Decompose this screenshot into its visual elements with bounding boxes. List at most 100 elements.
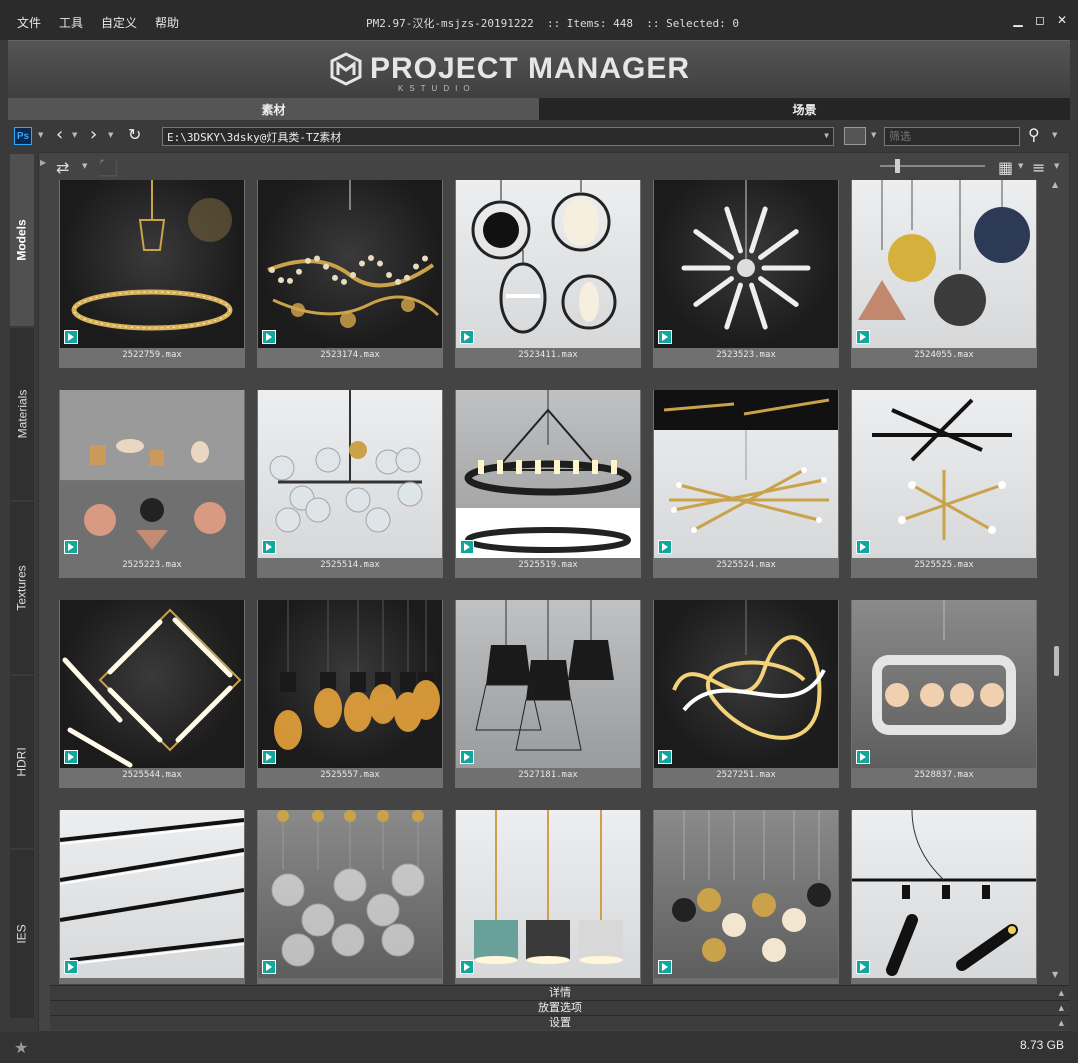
side-tab-hdri[interactable]: HDRI [10,676,34,848]
asset-card[interactable]: 2525223.max [59,390,245,578]
panel-expand-icon[interactable]: ▶ [40,158,46,167]
max-file-icon [460,330,474,344]
asset-card[interactable]: 2527181.max [455,600,641,788]
forward-dropdown-icon[interactable]: ▼ [108,131,113,139]
side-tab-textures[interactable]: Textures [10,502,34,674]
max-file-icon [460,960,474,974]
asset-filename: 2525544.max [122,770,182,780]
grid-dropdown-icon[interactable]: ▼ [1018,162,1023,170]
asset-card[interactable]: 2525519.max [455,390,641,578]
close-icon[interactable]: ✕ [1056,13,1068,27]
asset-thumbnail [60,390,244,558]
tab-assets[interactable]: 素材 [8,98,539,120]
chevron-up-icon: ▲ [1058,1019,1064,1027]
swap-view-icon[interactable]: ⇄ [56,158,69,177]
asset-card[interactable]: 2528837.max [851,600,1037,788]
accordion-details[interactable]: 详情 ▲ [50,985,1070,1000]
search-dropdown-icon[interactable]: ▼ [1052,131,1057,139]
asset-filename: 2525524.max [716,560,776,570]
top-tabs: 素材 场景 [8,98,1070,120]
asset-card[interactable]: 2524055.max [851,180,1037,368]
back-icon[interactable]: ‹ [56,125,63,145]
asset-thumbnail [258,180,442,348]
filter-input[interactable] [884,127,1020,146]
maximize-icon[interactable]: ◻ [1034,13,1046,27]
max-file-icon [658,960,672,974]
accordion-settings[interactable]: 设置 ▲ [50,1015,1070,1030]
asset-filename: 2523174.max [320,350,380,360]
side-tab-label: Models [15,219,29,261]
side-tab-materials[interactable]: Materials [10,328,34,500]
asset-filename: 2528837.max [914,770,974,780]
asset-thumbnail [258,600,442,768]
lamp-preview-image [60,390,244,558]
cube-icon[interactable]: ⬛ [98,158,118,177]
scroll-down-icon[interactable]: ▼ [1052,970,1058,979]
menu-tools[interactable]: 工具 [50,14,92,31]
asset-thumbnail [258,390,442,558]
refresh-icon[interactable]: ↻ [128,125,141,145]
tab-scenes[interactable]: 场景 [539,98,1070,120]
asset-card[interactable]: 2525557.max [257,600,443,788]
max-file-icon [64,960,78,974]
minimize-icon[interactable]: ▁ [1012,13,1024,27]
asset-card[interactable] [257,810,443,984]
asset-thumbnail [456,390,640,558]
side-tab-models[interactable]: Models [10,154,34,326]
asset-filename: 2527181.max [518,770,578,780]
lamp-preview-image [872,600,1016,735]
side-tab-ies[interactable]: IES [10,850,34,1018]
asset-card[interactable]: 2525544.max [59,600,245,788]
search-icon[interactable]: ⚲ [1028,125,1040,144]
grid-view-icon[interactable]: ▦ [998,158,1013,177]
asset-thumbnail [60,180,244,348]
max-file-icon [658,540,672,554]
chevron-down-icon[interactable]: ▼ [824,131,829,140]
lamp-preview-image [471,180,617,334]
swap-dropdown-icon[interactable]: ▼ [82,162,87,170]
asset-card[interactable]: 2525514.max [257,390,443,578]
asset-card[interactable]: 2522759.max [59,180,245,368]
asset-card[interactable] [455,810,641,984]
asset-card[interactable]: 2523523.max [653,180,839,368]
lamp-preview-image [267,180,440,328]
forward-icon[interactable]: › [90,125,97,145]
accordion-placement-options[interactable]: 放置选项 ▲ [50,1000,1070,1015]
asset-thumbnail [258,810,442,978]
asset-card[interactable]: 2523411.max [455,180,641,368]
asset-filename: 2522759.max [122,350,182,360]
asset-thumbnail [456,180,640,348]
zoom-slider-thumb[interactable] [895,159,900,173]
lamp-preview-image [858,180,1030,326]
sort-dropdown-icon[interactable]: ▼ [1054,162,1059,170]
asset-card[interactable]: 2527251.max [653,600,839,788]
asset-filename: 2525223.max [122,560,182,570]
filter-dropdown-icon[interactable]: ▼ [871,131,876,139]
menu-file[interactable]: 文件 [8,14,50,31]
asset-card[interactable] [59,810,245,984]
scroll-up-icon[interactable]: ▲ [1052,180,1058,189]
chevron-up-icon: ▲ [1058,1004,1064,1012]
filter-options-icon[interactable] [844,127,866,145]
photoshop-icon[interactable]: Ps [14,127,32,145]
max-file-icon [262,540,276,554]
asset-card[interactable]: 2525525.max [851,390,1037,578]
scrollbar-thumb[interactable] [1054,646,1059,676]
menu-bar: 文件 工具 自定义 帮助 [8,14,188,31]
asset-card[interactable]: 2525524.max [653,390,839,578]
side-tabs: Models Materials Textures HDRI IES [10,154,34,1018]
star-icon[interactable]: ★ [14,1038,28,1057]
window-controls: ▁ ◻ ✕ [1012,13,1068,27]
menu-customize[interactable]: 自定义 [92,14,146,31]
menu-help[interactable]: 帮助 [146,14,188,31]
asset-card[interactable] [653,810,839,984]
vertical-scrollbar[interactable]: ▲ ▼ [1050,180,1064,982]
asset-card[interactable] [851,810,1037,984]
path-field[interactable]: E:\3DSKY\3dsky@灯具类-TZ素材 ▼ [162,127,834,146]
back-dropdown-icon[interactable]: ▼ [72,131,77,139]
asset-card[interactable]: 2523174.max [257,180,443,368]
path-value: E:\3DSKY\3dsky@灯具类-TZ素材 [167,131,342,144]
lamp-preview-image [62,608,242,768]
sort-icon[interactable]: ≡ [1032,158,1045,177]
ps-dropdown-icon[interactable]: ▼ [38,131,43,139]
